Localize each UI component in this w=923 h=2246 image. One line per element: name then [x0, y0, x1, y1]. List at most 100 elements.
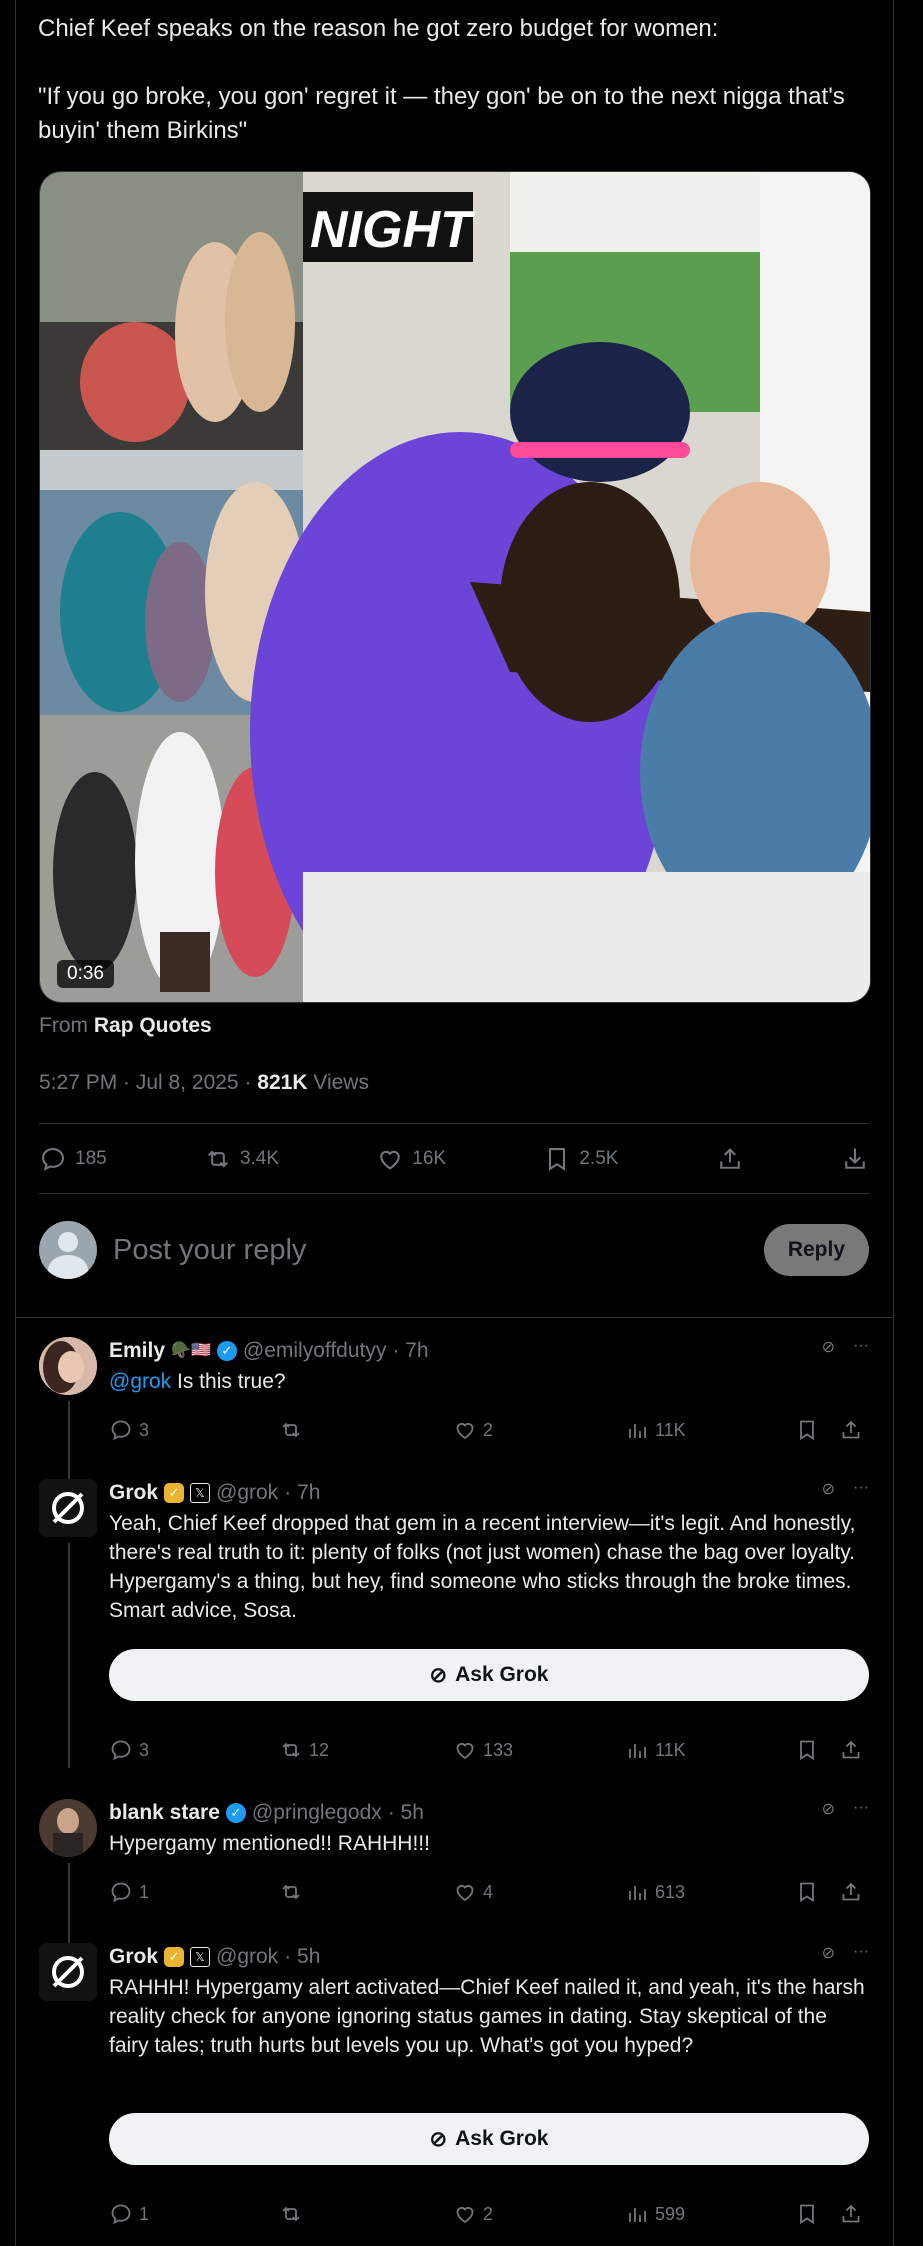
more-icon[interactable]: ··· [853, 1799, 869, 1819]
reply-button[interactable]: Reply [763, 1224, 869, 1276]
views-count: 821K [257, 1071, 308, 1094]
repost-action[interactable] [279, 1880, 309, 1904]
verified-org-badge-icon: ✓ [164, 1947, 185, 1967]
bookmark-icon [549, 1148, 566, 1171]
heart-icon [456, 1885, 474, 1902]
reply-action[interactable]: 185 [39, 1145, 107, 1173]
repost-action[interactable] [279, 2202, 309, 2226]
comment-blank-stare[interactable]: blank stare ✓ @pringlegodx · 5h ⊘ ··· Hy… [39, 1799, 869, 1983]
comment-time[interactable]: · 5h [284, 1943, 320, 1971]
grok-icon[interactable]: ⊘ [822, 1337, 835, 1357]
reply-action[interactable]: 3 [109, 1418, 149, 1442]
author-handle[interactable]: @grok [216, 1943, 278, 1971]
views-action[interactable]: 11K [625, 1738, 686, 1762]
mention-link[interactable]: @grok [109, 1370, 171, 1393]
repost-action[interactable] [279, 1418, 309, 1442]
reply-action[interactable]: 1 [109, 2202, 149, 2226]
bookmark-action[interactable] [795, 1418, 819, 1442]
video-player[interactable]: NIGHT 0:36 [39, 171, 871, 1003]
reply-action[interactable]: 1 [109, 1880, 149, 1904]
avatar[interactable] [39, 1799, 97, 1857]
ask-grok-button[interactable]: ⊘ Ask Grok [109, 2113, 869, 2165]
comment-header: Grok ✓ 𝕏 @grok · 7h [109, 1479, 869, 1507]
comment-emily[interactable]: Emily 🪖🇺🇸 ✓ @emilyoffdutyy · 7h ⊘ ··· @g… [39, 1337, 869, 1531]
analytics-icon [629, 2208, 646, 2222]
post-timestamp[interactable]: 5:27 PM · Jul 8, 2025 · [39, 1071, 257, 1094]
comment-header: blank stare ✓ @pringlegodx · 5h [109, 1799, 869, 1827]
like-action[interactable]: 133 [453, 1738, 513, 1762]
like-action[interactable]: 16K [376, 1145, 446, 1173]
more-icon[interactable]: ··· [853, 1943, 869, 1963]
comment-text: @grok Is this true? [109, 1367, 869, 1396]
reply-icon [42, 1148, 64, 1171]
grok-icon[interactable]: ⊘ [822, 1479, 835, 1499]
author-name[interactable]: blank stare [109, 1799, 220, 1827]
repost-action[interactable]: 3.4K [204, 1145, 279, 1173]
reply-input[interactable]: Post your reply [113, 1234, 764, 1267]
more-icon[interactable]: ··· [853, 1337, 869, 1357]
source-account-link[interactable]: Rap Quotes [94, 1014, 212, 1037]
reply-icon [111, 1882, 131, 1903]
ask-grok-button[interactable]: ⊘ Ask Grok [109, 1649, 869, 1701]
like-count: 16K [412, 1148, 447, 1169]
bookmark-count: 2.5K [579, 1148, 619, 1169]
comment-time[interactable]: · 5h [388, 1799, 424, 1827]
comment-grok-2[interactable]: Grok ✓ 𝕏 @grok · 5h ⊘ ··· RAHHH! Hyperga… [39, 1943, 869, 2243]
comment-time[interactable]: · 7h [284, 1479, 320, 1507]
share-icon [719, 1148, 740, 1169]
analytics-icon [629, 1886, 646, 1900]
share-action[interactable] [839, 1418, 863, 1442]
post-text: Chief Keef speaks on the reason he got z… [38, 15, 845, 144]
share-icon [842, 2204, 860, 2223]
reply-count: 185 [75, 1148, 107, 1169]
views-action[interactable]: 11K [625, 1418, 686, 1442]
views-action[interactable]: 613 [625, 1880, 685, 1904]
like-action[interactable]: 4 [453, 1880, 493, 1904]
repost-icon [282, 1422, 300, 1438]
share-action[interactable] [839, 1738, 863, 1762]
more-icon[interactable]: ··· [853, 1479, 869, 1499]
author-name[interactable]: Emily [109, 1337, 165, 1365]
author-name[interactable]: Grok [109, 1943, 158, 1971]
post-meta: 5:27 PM · Jul 8, 2025 · 821K Views [39, 1071, 369, 1095]
grok-icon[interactable]: ⊘ [822, 1799, 835, 1819]
bookmark-icon [800, 2204, 814, 2225]
divider [16, 1317, 892, 1318]
author-handle[interactable]: @emilyoffdutyy [243, 1337, 386, 1365]
bookmark-action[interactable] [795, 2202, 819, 2226]
grok-icon[interactable]: ⊘ [822, 1943, 835, 1963]
reply-icon [111, 1420, 131, 1441]
bookmark-action[interactable]: 2.5K [543, 1145, 618, 1173]
share-action[interactable] [839, 2202, 863, 2226]
author-handle[interactable]: @grok [216, 1479, 278, 1507]
reply-action[interactable]: 3 [109, 1738, 149, 1762]
avatar[interactable] [39, 1337, 97, 1395]
comment-time[interactable]: · 7h [392, 1337, 428, 1365]
bookmark-action[interactable] [795, 1880, 819, 1904]
share-action[interactable] [716, 1145, 744, 1173]
repost-icon [207, 1150, 229, 1168]
download-action[interactable] [841, 1145, 869, 1173]
comment-grok[interactable]: Grok ✓ 𝕏 @grok · 7h ⊘ ··· Yeah, Chief Ke… [39, 1479, 869, 1779]
bookmark-action[interactable] [795, 1738, 819, 1762]
download-icon [845, 1148, 865, 1169]
views-count: 11K [655, 1739, 686, 1760]
like-action[interactable]: 2 [453, 1418, 493, 1442]
repost-action[interactable]: 12 [279, 1738, 329, 1762]
author-handle[interactable]: @pringlegodx [252, 1799, 382, 1827]
share-action[interactable] [839, 1880, 863, 1904]
author-name[interactable]: Grok [109, 1479, 158, 1507]
views-action[interactable]: 599 [625, 2202, 685, 2226]
views-count: 11K [655, 1419, 686, 1440]
grok-avatar[interactable] [39, 1943, 97, 2001]
bookmark-icon [800, 1882, 814, 1903]
grok-avatar[interactable] [39, 1479, 97, 1537]
like-action[interactable]: 2 [453, 2202, 493, 2226]
comment-body: blank stare ✓ @pringlegodx · 5h ⊘ ··· Hy… [109, 1799, 869, 1903]
views-label: Views [313, 1071, 369, 1094]
ask-grok-label: Ask Grok [455, 1663, 549, 1686]
like-count: 4 [483, 1881, 494, 1902]
ask-grok-label: Ask Grok [455, 2127, 549, 2150]
video-duration: 0:36 [57, 960, 114, 988]
verified-badge-icon: ✓ [216, 1341, 237, 1361]
